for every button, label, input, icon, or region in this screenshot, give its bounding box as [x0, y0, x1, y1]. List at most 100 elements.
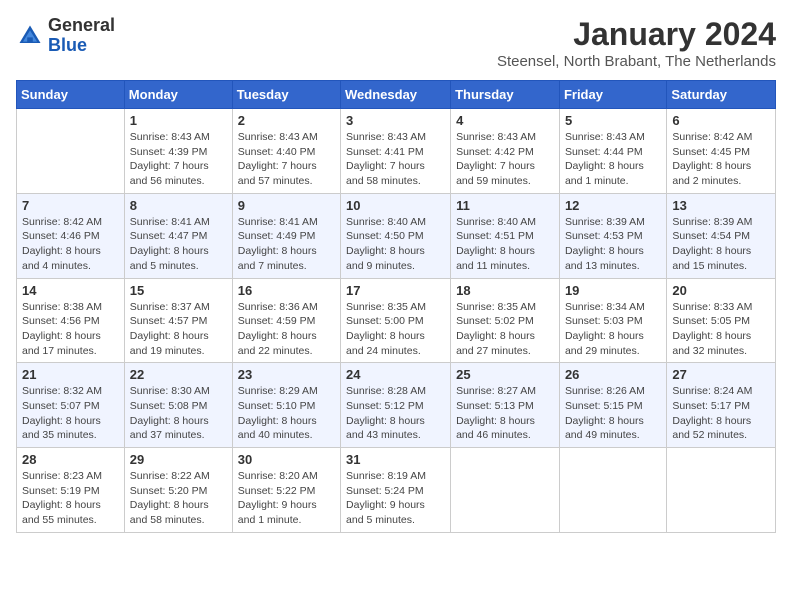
- day-info: Sunrise: 8:43 AMSunset: 4:44 PMDaylight:…: [565, 130, 661, 189]
- day-number: 31: [346, 452, 445, 467]
- weekday-header-tuesday: Tuesday: [232, 81, 340, 109]
- calendar-week-row: 28 Sunrise: 8:23 AMSunset: 5:19 PMDayligh…: [17, 448, 776, 533]
- day-number: 24: [346, 367, 445, 382]
- day-info: Sunrise: 8:24 AMSunset: 5:17 PMDaylight:…: [672, 384, 770, 443]
- day-info: Sunrise: 8:20 AMSunset: 5:22 PMDaylight:…: [238, 469, 335, 528]
- day-number: 17: [346, 283, 445, 298]
- day-number: 3: [346, 113, 445, 128]
- calendar-table: SundayMondayTuesdayWednesdayThursdayFrid…: [16, 80, 776, 533]
- calendar-cell: 21Sunrise: 8:32 AMSunset: 5:07 PMDayligh…: [17, 363, 125, 448]
- calendar-cell: [559, 448, 666, 533]
- calendar-title: January 2024: [497, 16, 776, 53]
- calendar-cell: 31 Sunrise: 8:19 AMSunset: 5:24 PMDayligh…: [341, 448, 451, 533]
- day-number: 26: [565, 367, 661, 382]
- day-number: 8: [130, 198, 227, 213]
- day-info: Sunrise: 8:28 AMSunset: 5:12 PMDaylight:…: [346, 384, 445, 443]
- day-number: 15: [130, 283, 227, 298]
- calendar-cell: [451, 448, 560, 533]
- day-info: Sunrise: 8:40 AMSunset: 4:51 PMDaylight:…: [456, 215, 554, 274]
- calendar-cell: 1Sunrise: 8:43 AMSunset: 4:39 PMDaylight…: [124, 109, 232, 194]
- day-number: 28: [22, 452, 119, 467]
- calendar-week-row: 21Sunrise: 8:32 AMSunset: 5:07 PMDayligh…: [17, 363, 776, 448]
- calendar-cell: 28 Sunrise: 8:23 AMSunset: 5:19 PMDayligh…: [17, 448, 125, 533]
- day-info: Sunrise: 8:38 AMSunset: 4:56 PMDaylight:…: [22, 300, 119, 359]
- day-info: Sunrise: 8:35 AMSunset: 5:02 PMDaylight:…: [456, 300, 554, 359]
- calendar-cell: 14 Sunrise: 8:38 AMSunset: 4:56 PMDayligh…: [17, 278, 125, 363]
- day-info: Sunrise: 8:30 AMSunset: 5:08 PMDaylight:…: [130, 384, 227, 443]
- day-info: Sunrise: 8:35 AMSunset: 5:00 PMDaylight:…: [346, 300, 445, 359]
- day-info: Sunrise: 8:41 AMSunset: 4:49 PMDaylight:…: [238, 215, 335, 274]
- day-info: Sunrise: 8:40 AMSunset: 4:50 PMDaylight:…: [346, 215, 445, 274]
- calendar-cell: [17, 109, 125, 194]
- calendar-cell: 23 Sunrise: 8:29 AMSunset: 5:10 PMDayligh…: [232, 363, 340, 448]
- calendar-cell: 5 Sunrise: 8:43 AMSunset: 4:44 PMDaylight…: [559, 109, 666, 194]
- day-info: Sunrise: 8:33 AMSunset: 5:05 PMDaylight:…: [672, 300, 770, 359]
- weekday-header-row: SundayMondayTuesdayWednesdayThursdayFrid…: [17, 81, 776, 109]
- day-number: 11: [456, 198, 554, 213]
- day-info: Sunrise: 8:42 AMSunset: 4:46 PMDaylight:…: [22, 215, 119, 274]
- logo-general: General: [48, 15, 115, 35]
- day-info: Sunrise: 8:39 AMSunset: 4:53 PMDaylight:…: [565, 215, 661, 274]
- day-info: Sunrise: 8:43 AMSunset: 4:40 PMDaylight:…: [238, 130, 335, 189]
- day-number: 5: [565, 113, 661, 128]
- day-number: 20: [672, 283, 770, 298]
- day-number: 29: [130, 452, 227, 467]
- logo-blue: Blue: [48, 35, 87, 55]
- day-number: 6: [672, 113, 770, 128]
- day-number: 19: [565, 283, 661, 298]
- logo-icon: [16, 22, 44, 50]
- calendar-subtitle: Steensel, North Brabant, The Netherlands: [497, 53, 776, 70]
- calendar-week-row: 1Sunrise: 8:43 AMSunset: 4:39 PMDaylight…: [17, 109, 776, 194]
- calendar-cell: 13 Sunrise: 8:39 AMSunset: 4:54 PMDayligh…: [667, 193, 776, 278]
- day-info: Sunrise: 8:43 AMSunset: 4:41 PMDaylight:…: [346, 130, 445, 189]
- day-info: Sunrise: 8:27 AMSunset: 5:13 PMDaylight:…: [456, 384, 554, 443]
- calendar-week-row: 14 Sunrise: 8:38 AMSunset: 4:56 PMDayligh…: [17, 278, 776, 363]
- day-info: Sunrise: 8:43 AMSunset: 4:42 PMDaylight:…: [456, 130, 554, 189]
- calendar-cell: 19 Sunrise: 8:34 AMSunset: 5:03 PMDayligh…: [559, 278, 666, 363]
- weekday-header-saturday: Saturday: [667, 81, 776, 109]
- calendar-cell: 18 Sunrise: 8:35 AMSunset: 5:02 PMDayligh…: [451, 278, 560, 363]
- calendar-cell: 22Sunrise: 8:30 AMSunset: 5:08 PMDayligh…: [124, 363, 232, 448]
- calendar-cell: [667, 448, 776, 533]
- day-number: 18: [456, 283, 554, 298]
- day-number: 25: [456, 367, 554, 382]
- weekday-header-sunday: Sunday: [17, 81, 125, 109]
- calendar-cell: 10 Sunrise: 8:40 AMSunset: 4:50 PMDayligh…: [341, 193, 451, 278]
- calendar-cell: 26 Sunrise: 8:26 AMSunset: 5:15 PMDayligh…: [559, 363, 666, 448]
- day-info: Sunrise: 8:19 AMSunset: 5:24 PMDaylight:…: [346, 469, 445, 528]
- calendar-cell: 16Sunrise: 8:36 AMSunset: 4:59 PMDayligh…: [232, 278, 340, 363]
- weekday-header-friday: Friday: [559, 81, 666, 109]
- day-number: 4: [456, 113, 554, 128]
- calendar-cell: 7Sunrise: 8:42 AMSunset: 4:46 PMDaylight…: [17, 193, 125, 278]
- day-info: Sunrise: 8:37 AMSunset: 4:57 PMDaylight:…: [130, 300, 227, 359]
- logo-text: General Blue: [48, 16, 115, 56]
- day-number: 9: [238, 198, 335, 213]
- day-info: Sunrise: 8:34 AMSunset: 5:03 PMDaylight:…: [565, 300, 661, 359]
- calendar-cell: 3 Sunrise: 8:43 AMSunset: 4:41 PMDaylight…: [341, 109, 451, 194]
- weekday-header-monday: Monday: [124, 81, 232, 109]
- day-number: 14: [22, 283, 119, 298]
- day-info: Sunrise: 8:39 AMSunset: 4:54 PMDaylight:…: [672, 215, 770, 274]
- calendar-cell: 8 Sunrise: 8:41 AMSunset: 4:47 PMDaylight…: [124, 193, 232, 278]
- day-info: Sunrise: 8:23 AMSunset: 5:19 PMDaylight:…: [22, 469, 119, 528]
- calendar-cell: 27Sunrise: 8:24 AMSunset: 5:17 PMDayligh…: [667, 363, 776, 448]
- calendar-cell: 12Sunrise: 8:39 AMSunset: 4:53 PMDayligh…: [559, 193, 666, 278]
- calendar-cell: 6 Sunrise: 8:42 AMSunset: 4:45 PMDaylight…: [667, 109, 776, 194]
- day-number: 10: [346, 198, 445, 213]
- day-info: Sunrise: 8:36 AMSunset: 4:59 PMDaylight:…: [238, 300, 335, 359]
- day-number: 23: [238, 367, 335, 382]
- day-info: Sunrise: 8:32 AMSunset: 5:07 PMDaylight:…: [22, 384, 119, 443]
- calendar-cell: 30Sunrise: 8:20 AMSunset: 5:22 PMDayligh…: [232, 448, 340, 533]
- day-info: Sunrise: 8:26 AMSunset: 5:15 PMDaylight:…: [565, 384, 661, 443]
- calendar-cell: 20 Sunrise: 8:33 AMSunset: 5:05 PMDayligh…: [667, 278, 776, 363]
- calendar-cell: 4 Sunrise: 8:43 AMSunset: 4:42 PMDaylight…: [451, 109, 560, 194]
- page-header: General Blue January 2024 Steensel, Nort…: [16, 16, 776, 70]
- day-info: Sunrise: 8:43 AMSunset: 4:39 PMDaylight:…: [130, 130, 227, 189]
- calendar-cell: 17 Sunrise: 8:35 AMSunset: 5:00 PMDayligh…: [341, 278, 451, 363]
- day-info: Sunrise: 8:42 AMSunset: 4:45 PMDaylight:…: [672, 130, 770, 189]
- day-info: Sunrise: 8:22 AMSunset: 5:20 PMDaylight:…: [130, 469, 227, 528]
- day-info: Sunrise: 8:29 AMSunset: 5:10 PMDaylight:…: [238, 384, 335, 443]
- day-info: Sunrise: 8:41 AMSunset: 4:47 PMDaylight:…: [130, 215, 227, 274]
- day-number: 13: [672, 198, 770, 213]
- calendar-cell: 29 Sunrise: 8:22 AMSunset: 5:20 PMDayligh…: [124, 448, 232, 533]
